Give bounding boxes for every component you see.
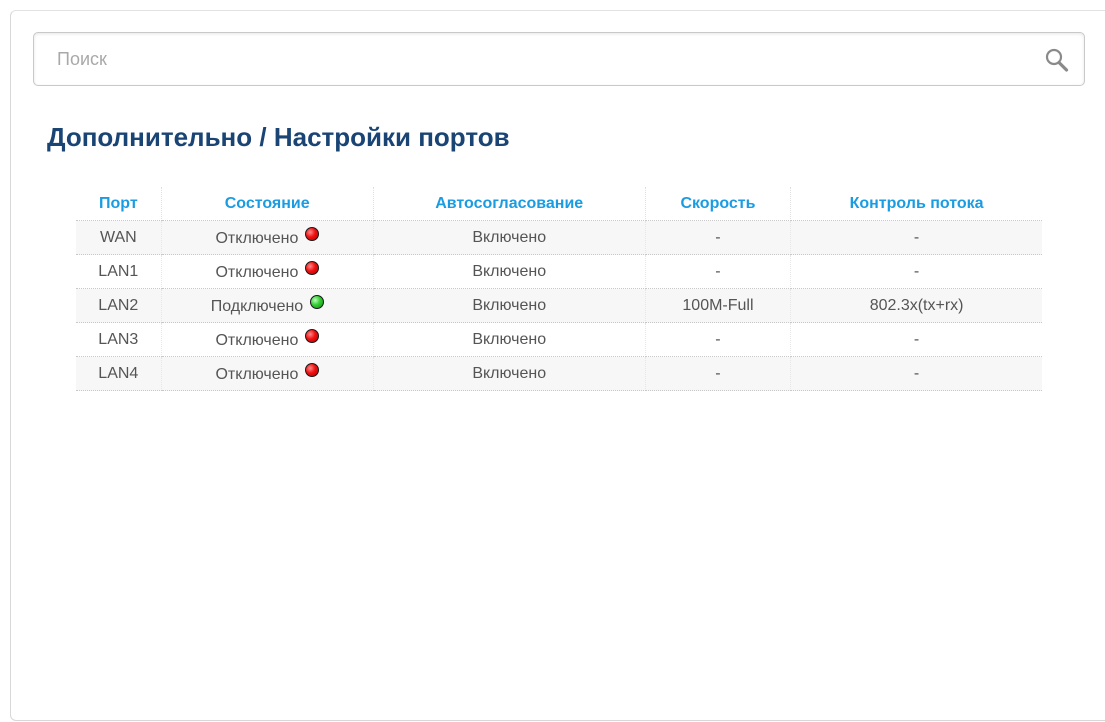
- state-cell: Отключено: [161, 322, 374, 357]
- state-cell: Подключено: [161, 288, 374, 323]
- red-status-icon: [304, 261, 319, 275]
- flow-control-cell: -: [790, 356, 1042, 391]
- autonegotiation-cell: Включено: [373, 220, 646, 255]
- state-cell: Отключено: [161, 356, 374, 391]
- column-header-port: Порт: [76, 187, 162, 221]
- column-header-speed: Скорость: [645, 187, 792, 221]
- breadcrumb-parent: Дополнительно: [47, 122, 253, 152]
- state-label: Отключено: [215, 332, 299, 349]
- flow-control-cell: 802.3x(tx+rx): [790, 288, 1042, 323]
- port-cell: WAN: [76, 220, 162, 255]
- port-cell: LAN4: [76, 356, 162, 391]
- column-header-state: Состояние: [161, 187, 374, 221]
- speed-cell: -: [645, 254, 792, 289]
- state-label: Подключено: [210, 298, 304, 315]
- port-cell: LAN2: [76, 288, 162, 323]
- state-label: Отключено: [215, 230, 299, 247]
- ports-table: Порт Состояние Автосогласование Скорость…: [76, 187, 1042, 391]
- table-row[interactable]: LAN3 Отключено Включено - -: [76, 322, 1042, 357]
- port-cell: LAN3: [76, 322, 162, 357]
- breadcrumb-separator: /: [252, 122, 274, 152]
- search-input[interactable]: [34, 33, 1084, 85]
- autonegotiation-cell: Включено: [373, 322, 646, 357]
- table-row[interactable]: LAN2 Подключено Включено 100M-Full 802.3…: [76, 288, 1042, 323]
- flow-control-cell: -: [790, 254, 1042, 289]
- autonegotiation-cell: Включено: [373, 288, 646, 323]
- search-icon[interactable]: [1044, 47, 1070, 73]
- table-row[interactable]: WAN Отключено Включено - -: [76, 220, 1042, 255]
- state-cell: Отключено: [161, 220, 374, 255]
- table-header-row: Порт Состояние Автосогласование Скорость…: [76, 187, 1042, 221]
- breadcrumb-current: Настройки портов: [273, 122, 510, 152]
- column-header-flow-control: Контроль потока: [790, 187, 1042, 221]
- state-cell: Отключено: [161, 254, 374, 289]
- flow-control-cell: -: [790, 220, 1042, 255]
- state-label: Отключено: [215, 366, 299, 383]
- speed-cell: 100M-Full: [645, 288, 792, 323]
- autonegotiation-cell: Включено: [373, 356, 646, 391]
- green-status-icon: [309, 295, 324, 309]
- red-status-icon: [304, 227, 319, 241]
- main-panel: Дополнительно / Настройки портов Порт Со…: [10, 10, 1105, 721]
- page-title: Дополнительно / Настройки портов: [47, 122, 510, 153]
- red-status-icon: [304, 363, 319, 377]
- column-header-autonegotiation: Автосогласование: [373, 187, 646, 221]
- table-row[interactable]: LAN1 Отключено Включено - -: [76, 254, 1042, 289]
- table-row[interactable]: LAN4 Отключено Включено - -: [76, 356, 1042, 391]
- search-box: [33, 32, 1085, 86]
- state-label: Отключено: [215, 264, 299, 281]
- speed-cell: -: [645, 220, 792, 255]
- autonegotiation-cell: Включено: [373, 254, 646, 289]
- flow-control-cell: -: [790, 322, 1042, 357]
- speed-cell: -: [645, 322, 792, 357]
- port-cell: LAN1: [76, 254, 162, 289]
- red-status-icon: [304, 329, 319, 343]
- speed-cell: -: [645, 356, 792, 391]
